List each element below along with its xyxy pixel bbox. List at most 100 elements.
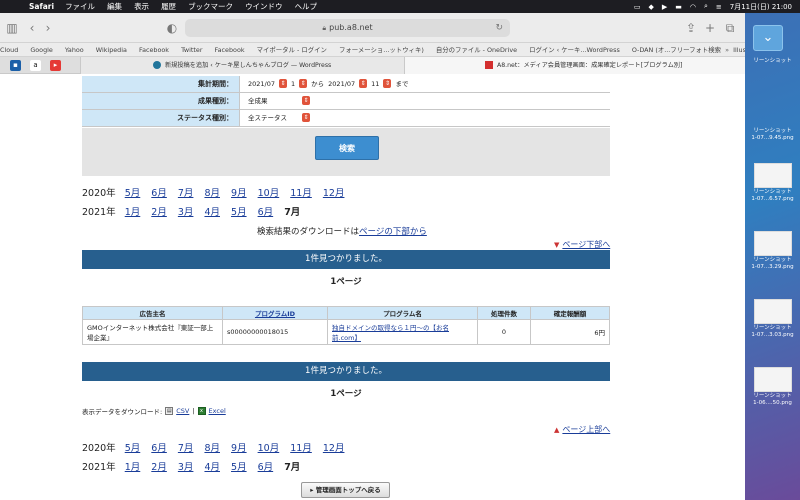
month-link[interactable]: 3月 xyxy=(178,207,194,218)
month-link[interactable]: 3月 xyxy=(178,462,194,473)
desktop-file[interactable]: リーンショット 1-07...9.45.png xyxy=(745,128,800,142)
privacy-shield-icon[interactable]: ◐ xyxy=(164,20,180,36)
month-link[interactable]: 11月 xyxy=(290,188,312,199)
end-year-month-select[interactable]: 2021/07 xyxy=(328,79,368,89)
back-icon[interactable]: ‹ xyxy=(24,20,40,36)
month-link[interactable]: 10月 xyxy=(258,188,280,199)
more-bookmarks-icon[interactable]: » xyxy=(725,43,729,56)
month-link[interactable]: 12月 xyxy=(323,188,345,199)
menu-view[interactable]: 表示 xyxy=(134,1,149,12)
header-program-id-link[interactable]: プログラムID xyxy=(255,310,295,318)
program-name-link[interactable]: 独自ドメインの取得なら１円〜の【お名前.com】 xyxy=(332,324,449,342)
bookmark-item[interactable]: ログイン ‹ ケーキ...WordPress xyxy=(529,43,620,56)
battery-icon[interactable]: ▬ xyxy=(675,3,682,11)
desktop-file[interactable]: リーンショット 1-07...3.29.png xyxy=(745,231,800,271)
bookmark-item[interactable]: マイポータル - ログイン xyxy=(257,43,327,56)
page-top-link[interactable]: ▲ ページ上部へ xyxy=(554,424,610,435)
month-link[interactable]: 2月 xyxy=(151,207,167,218)
month-link[interactable]: 8月 xyxy=(204,443,220,454)
month-link[interactable]: 2月 xyxy=(151,462,167,473)
dropbox-icon[interactable]: ◆ xyxy=(648,3,653,11)
bookmark-item[interactable]: Cloud xyxy=(0,43,18,56)
status-type-select[interactable]: 全ステータス xyxy=(248,113,310,123)
month-link[interactable]: 9月 xyxy=(231,188,247,199)
bookmark-item[interactable]: Facebook xyxy=(139,43,169,56)
control-center-icon[interactable]: ≡ xyxy=(716,3,722,11)
end-day-select[interactable]: 11 xyxy=(371,79,392,89)
month-link[interactable]: 9月 xyxy=(231,443,247,454)
found-count-bar: 1件見つかりました。 xyxy=(82,250,610,269)
month-link[interactable]: 1月 xyxy=(125,462,141,473)
amazon-pinned-icon[interactable]: a xyxy=(30,60,41,71)
youtube-pinned-icon[interactable]: ▸ xyxy=(50,60,61,71)
tab-wordpress[interactable]: 新規投稿を追加 ‹ ケーキ屋しんちゃんブログ — WordPress xyxy=(80,57,405,74)
sidebar-icon[interactable]: ▥ xyxy=(4,20,20,36)
month-link[interactable]: 11月 xyxy=(290,443,312,454)
table-row: GMOインターネット株式会社『東証一部上場企業』 s00000000018015… xyxy=(82,319,610,345)
forward-icon[interactable]: › xyxy=(40,20,56,36)
month-link[interactable]: 12月 xyxy=(323,443,345,454)
search-button[interactable]: 検索 xyxy=(315,136,379,160)
month-link[interactable]: 8月 xyxy=(204,188,220,199)
wifi-icon[interactable]: ◠ xyxy=(690,3,696,11)
month-link[interactable]: 5月 xyxy=(231,207,247,218)
file-name: リーンショット 1-07...3.03.png xyxy=(751,325,794,338)
pinned-tab-icon[interactable]: ▪ xyxy=(10,60,21,71)
download-note-link[interactable]: ページの下部から xyxy=(359,227,427,237)
menu-bookmarks[interactable]: ブックマーク xyxy=(188,1,233,12)
start-year-month-select[interactable]: 2021/07 xyxy=(248,79,288,89)
bookmark-item[interactable]: 自分のファイル - OneDrive xyxy=(436,43,517,56)
file-name: リーンショット 1-07...6.57.png xyxy=(751,189,794,202)
start-day-select[interactable]: 1 xyxy=(291,79,308,89)
address-bar[interactable]: 🔒︎ pub.a8.net ↻ xyxy=(185,19,510,37)
bookmark-item[interactable]: Illustrations | unDraw xyxy=(733,43,745,56)
bookmark-item[interactable]: O-DAN (オ...フリーフォト検索 xyxy=(632,43,721,56)
excel-link[interactable]: Excel xyxy=(209,407,226,415)
page-bottom-link[interactable]: ▼ ページ下部へ xyxy=(554,239,610,250)
display-icon[interactable]: ▭ xyxy=(634,3,641,11)
month-link[interactable]: 5月 xyxy=(125,443,141,454)
new-tab-icon[interactable]: + xyxy=(702,20,718,36)
month-link[interactable]: 6月 xyxy=(151,188,167,199)
month-link[interactable]: 6月 xyxy=(258,462,274,473)
menu-file[interactable]: ファイル xyxy=(65,1,95,12)
menu-help[interactable]: ヘルプ xyxy=(295,1,318,12)
month-link[interactable]: 4月 xyxy=(204,207,220,218)
reload-icon[interactable]: ↻ xyxy=(495,19,503,37)
csv-link[interactable]: CSV xyxy=(176,407,189,415)
play-icon[interactable]: ▶ xyxy=(662,3,667,11)
bookmark-item[interactable]: フォーメーショ...ットウィキ) xyxy=(339,43,424,56)
bookmark-item[interactable]: Twitter xyxy=(181,43,202,56)
desktop-file[interactable]: リーンショット 1-07...6.57.png xyxy=(745,163,800,203)
bookmark-item[interactable]: Facebook xyxy=(215,43,245,56)
page-bottom-link-text[interactable]: ページ下部へ xyxy=(562,240,610,249)
menu-edit[interactable]: 編集 xyxy=(107,1,122,12)
month-link[interactable]: 5月 xyxy=(231,462,247,473)
tab-a8net[interactable]: A8.net：メディア会員管理画面：成果確定レポート[プログラム別] xyxy=(405,57,745,74)
bookmark-item[interactable]: Yahoo xyxy=(65,43,84,56)
search-icon[interactable]: ⌕ xyxy=(704,2,708,11)
result-type-select[interactable]: 全成果 xyxy=(248,96,310,106)
bookmark-item[interactable]: Google xyxy=(30,43,53,56)
clock[interactable]: 7月11日(日) 21:00 xyxy=(730,2,792,12)
month-link[interactable]: 5月 xyxy=(125,188,141,199)
desktop-file[interactable]: リーンショット xyxy=(745,58,800,65)
header-program-id[interactable]: プログラムID xyxy=(222,306,328,320)
back-to-top-button[interactable]: ▸ 管理画面トップへ戻る xyxy=(301,482,390,498)
bookmark-item[interactable]: Wikipedia xyxy=(96,43,127,56)
desktop-file[interactable]: リーンショット 1-06....50.png xyxy=(745,367,800,407)
month-link[interactable]: 4月 xyxy=(204,462,220,473)
month-link[interactable]: 7月 xyxy=(178,443,194,454)
month-link[interactable]: 6月 xyxy=(151,443,167,454)
menu-history[interactable]: 履歴 xyxy=(161,1,176,12)
page-top-link-text[interactable]: ページ上部へ xyxy=(562,425,610,434)
app-name[interactable]: Safari xyxy=(29,2,54,11)
month-link[interactable]: 6月 xyxy=(258,207,274,218)
menu-window[interactable]: ウインドウ xyxy=(245,1,283,12)
share-icon[interactable]: ⇪ xyxy=(683,20,699,36)
month-link[interactable]: 7月 xyxy=(178,188,194,199)
desktop-file[interactable]: リーンショット 1-07...3.03.png xyxy=(745,299,800,339)
tab-overview-icon[interactable]: ⧉ xyxy=(722,20,738,36)
month-link[interactable]: 10月 xyxy=(258,443,280,454)
month-link[interactable]: 1月 xyxy=(125,207,141,218)
